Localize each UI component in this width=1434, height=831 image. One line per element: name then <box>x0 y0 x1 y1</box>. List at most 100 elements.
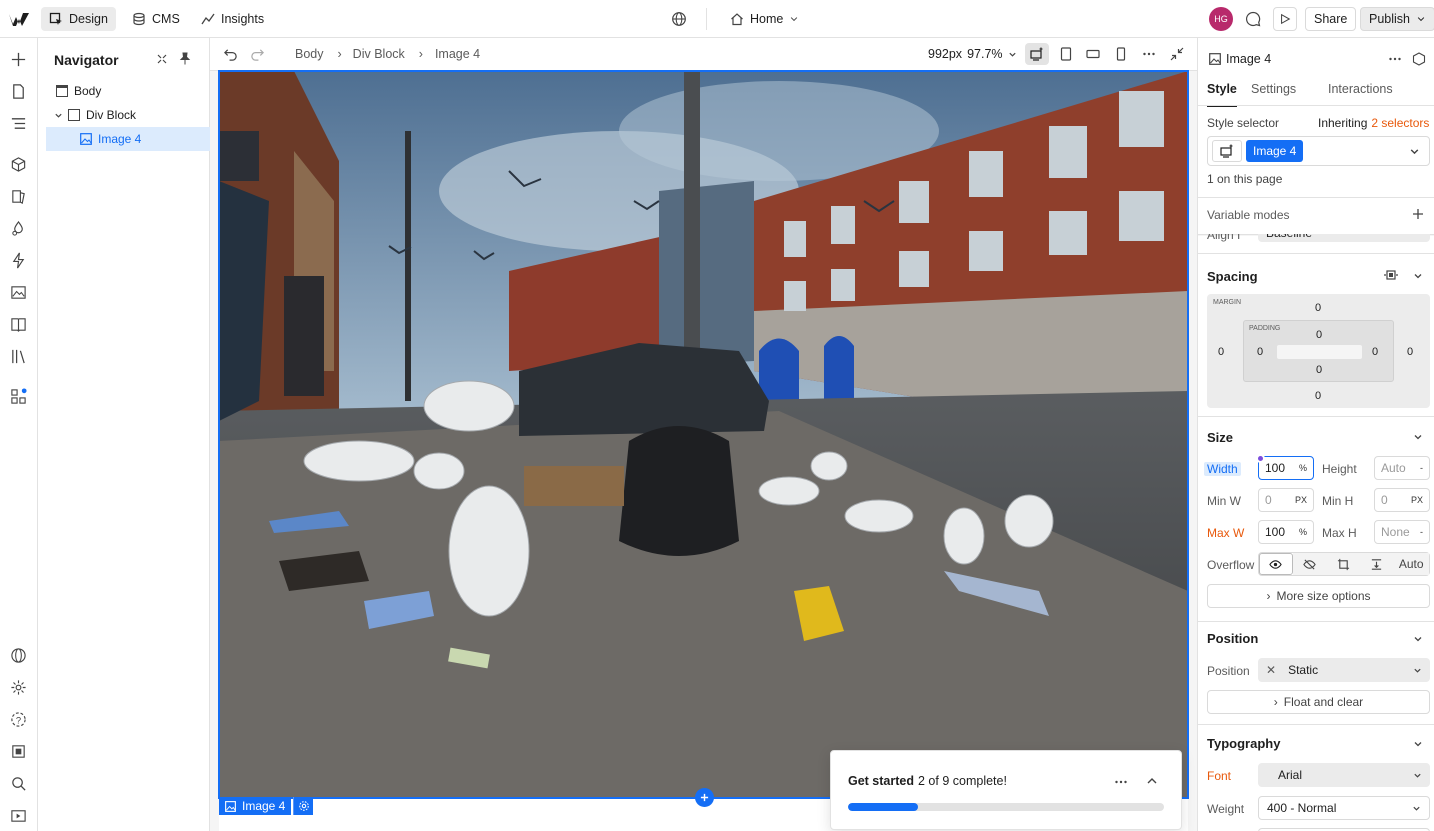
chevron-up-icon[interactable] <box>1146 775 1158 787</box>
undo-icon[interactable] <box>223 47 238 62</box>
padding-right-value[interactable]: 0 <box>1372 346 1378 358</box>
breadcrumb-div-block[interactable]: Div Block <box>353 47 405 61</box>
width-unit[interactable]: % <box>1299 463 1307 473</box>
mobile-portrait-icon[interactable] <box>1114 47 1128 61</box>
min-height-input[interactable]: 0 PX <box>1374 488 1430 512</box>
width-label[interactable]: Width <box>1204 462 1241 476</box>
globe-icon[interactable] <box>671 11 687 27</box>
max-width-unit[interactable]: % <box>1299 527 1307 537</box>
webflow-logo-icon[interactable] <box>8 10 30 28</box>
overflow-scroll-button[interactable] <box>1326 553 1360 575</box>
pin-icon[interactable] <box>178 52 192 66</box>
components-icon[interactable] <box>8 154 28 174</box>
height-input[interactable]: Auto - <box>1374 456 1430 480</box>
tablet-icon[interactable] <box>1059 47 1073 61</box>
pages-icon[interactable] <box>8 81 28 101</box>
margin-left-value[interactable]: 0 <box>1218 346 1224 358</box>
more-options-icon[interactable] <box>1142 47 1156 61</box>
collapse-icon[interactable] <box>155 52 169 66</box>
width-input[interactable]: 100 % <box>1258 456 1314 480</box>
comment-icon[interactable] <box>1244 10 1262 28</box>
book-icon[interactable] <box>8 314 28 334</box>
share-button[interactable]: Share <box>1305 7 1357 31</box>
help-icon[interactable]: ? <box>8 709 28 729</box>
avatar[interactable]: HG <box>1209 7 1233 31</box>
chevron-down-icon[interactable] <box>1413 271 1423 281</box>
design-tab[interactable]: Design <box>41 7 116 31</box>
font-label[interactable]: Font <box>1207 769 1231 783</box>
breakpoint-desktop-button[interactable] <box>1025 43 1049 65</box>
component-icon[interactable] <box>1412 52 1426 66</box>
selector-chip[interactable]: Image 4 <box>1246 140 1304 162</box>
assets-icon[interactable] <box>8 282 28 302</box>
more-size-options-button[interactable]: › More size options <box>1207 584 1430 608</box>
overflow-clip-button[interactable] <box>1359 553 1394 575</box>
tab-settings[interactable]: Settings <box>1251 82 1296 96</box>
max-width-label[interactable]: Max W <box>1207 526 1244 540</box>
selected-element-tag[interactable]: Image 4 <box>219 797 292 815</box>
apps-icon[interactable] <box>8 386 28 406</box>
max-width-input[interactable]: 100 % <box>1258 520 1314 544</box>
padding-bottom-value[interactable]: 0 <box>1316 364 1322 376</box>
navigator-icon[interactable] <box>8 113 28 133</box>
inheriting-info[interactable]: Inheriting 2 selectors <box>1318 116 1429 130</box>
seagulls-street-image[interactable] <box>218 70 1189 799</box>
style-selector-field[interactable]: Image 4 <box>1207 136 1430 166</box>
margin-bottom-value[interactable]: 0 <box>1315 390 1321 402</box>
chevron-down-icon[interactable] <box>1413 739 1423 749</box>
padding-left-value[interactable]: 0 <box>1257 346 1263 358</box>
max-height-unit[interactable]: - <box>1420 527 1423 537</box>
min-width-input[interactable]: 0 PX <box>1258 488 1314 512</box>
publish-button[interactable]: Publish <box>1360 7 1434 31</box>
tab-style[interactable]: Style <box>1207 82 1237 107</box>
breadcrumb-body[interactable]: Body <box>295 47 324 61</box>
chevron-down-icon[interactable] <box>1413 432 1423 442</box>
add-element-button[interactable] <box>695 788 714 807</box>
min-height-unit[interactable]: PX <box>1411 495 1423 505</box>
audit-icon[interactable] <box>8 741 28 761</box>
nav-item-image-4[interactable]: Image 4 <box>46 127 210 151</box>
weight-dropdown[interactable]: 400 - Normal <box>1258 796 1430 820</box>
margin-right-value[interactable]: 0 <box>1407 346 1413 358</box>
viewport-size-readout[interactable]: 992px 97.7% <box>928 47 1017 61</box>
font-dropdown[interactable]: Arial <box>1258 763 1430 787</box>
align-dropdown[interactable]: Baseline <box>1258 234 1430 242</box>
more-options-icon[interactable] <box>1114 775 1128 789</box>
library-icon[interactable] <box>8 346 28 366</box>
more-options-icon[interactable] <box>1388 52 1402 66</box>
position-dropdown[interactable]: ✕ Static <box>1258 658 1430 682</box>
preview-play-button[interactable] <box>1273 7 1297 31</box>
chevron-down-icon[interactable] <box>1409 146 1420 157</box>
element-settings-gear-button[interactable] <box>293 797 313 815</box>
padding-top-value[interactable]: 0 <box>1316 329 1322 341</box>
new-selector-icon[interactable] <box>1212 140 1242 162</box>
video-tutorial-icon[interactable] <box>8 805 28 825</box>
reset-x-icon[interactable]: ✕ <box>1266 663 1276 677</box>
spacing-preset-icon[interactable] <box>1384 268 1398 282</box>
overflow-hidden-button[interactable] <box>1292 553 1327 575</box>
interactions-bolt-icon[interactable] <box>8 250 28 270</box>
variables-icon[interactable] <box>8 218 28 238</box>
min-width-unit[interactable]: PX <box>1295 495 1307 505</box>
float-and-clear-button[interactable]: › Float and clear <box>1207 690 1430 714</box>
add-icon[interactable] <box>8 49 28 69</box>
height-unit[interactable]: - <box>1420 463 1423 473</box>
globe-settings-icon[interactable] <box>8 645 28 665</box>
search-icon[interactable] <box>8 773 28 793</box>
mobile-landscape-icon[interactable] <box>1086 47 1100 61</box>
overflow-visible-button[interactable] <box>1259 553 1293 575</box>
margin-top-value[interactable]: 0 <box>1315 302 1321 314</box>
nav-item-body[interactable]: Body <box>46 80 210 102</box>
redo-icon[interactable] <box>250 47 265 62</box>
add-icon[interactable] <box>1412 208 1424 220</box>
page-selector[interactable]: Home <box>722 7 807 31</box>
collapse-canvas-icon[interactable] <box>1170 47 1184 61</box>
gear-icon[interactable] <box>8 677 28 697</box>
tab-interactions[interactable]: Interactions <box>1328 82 1393 96</box>
breadcrumb-image-4[interactable]: Image 4 <box>435 47 480 61</box>
cms-tab[interactable]: CMS <box>124 7 188 31</box>
cms-collections-icon[interactable] <box>8 186 28 206</box>
nav-item-div-block[interactable]: Div Block <box>46 104 210 126</box>
chevron-down-icon[interactable] <box>1413 634 1423 644</box>
max-height-input[interactable]: None - <box>1374 520 1430 544</box>
